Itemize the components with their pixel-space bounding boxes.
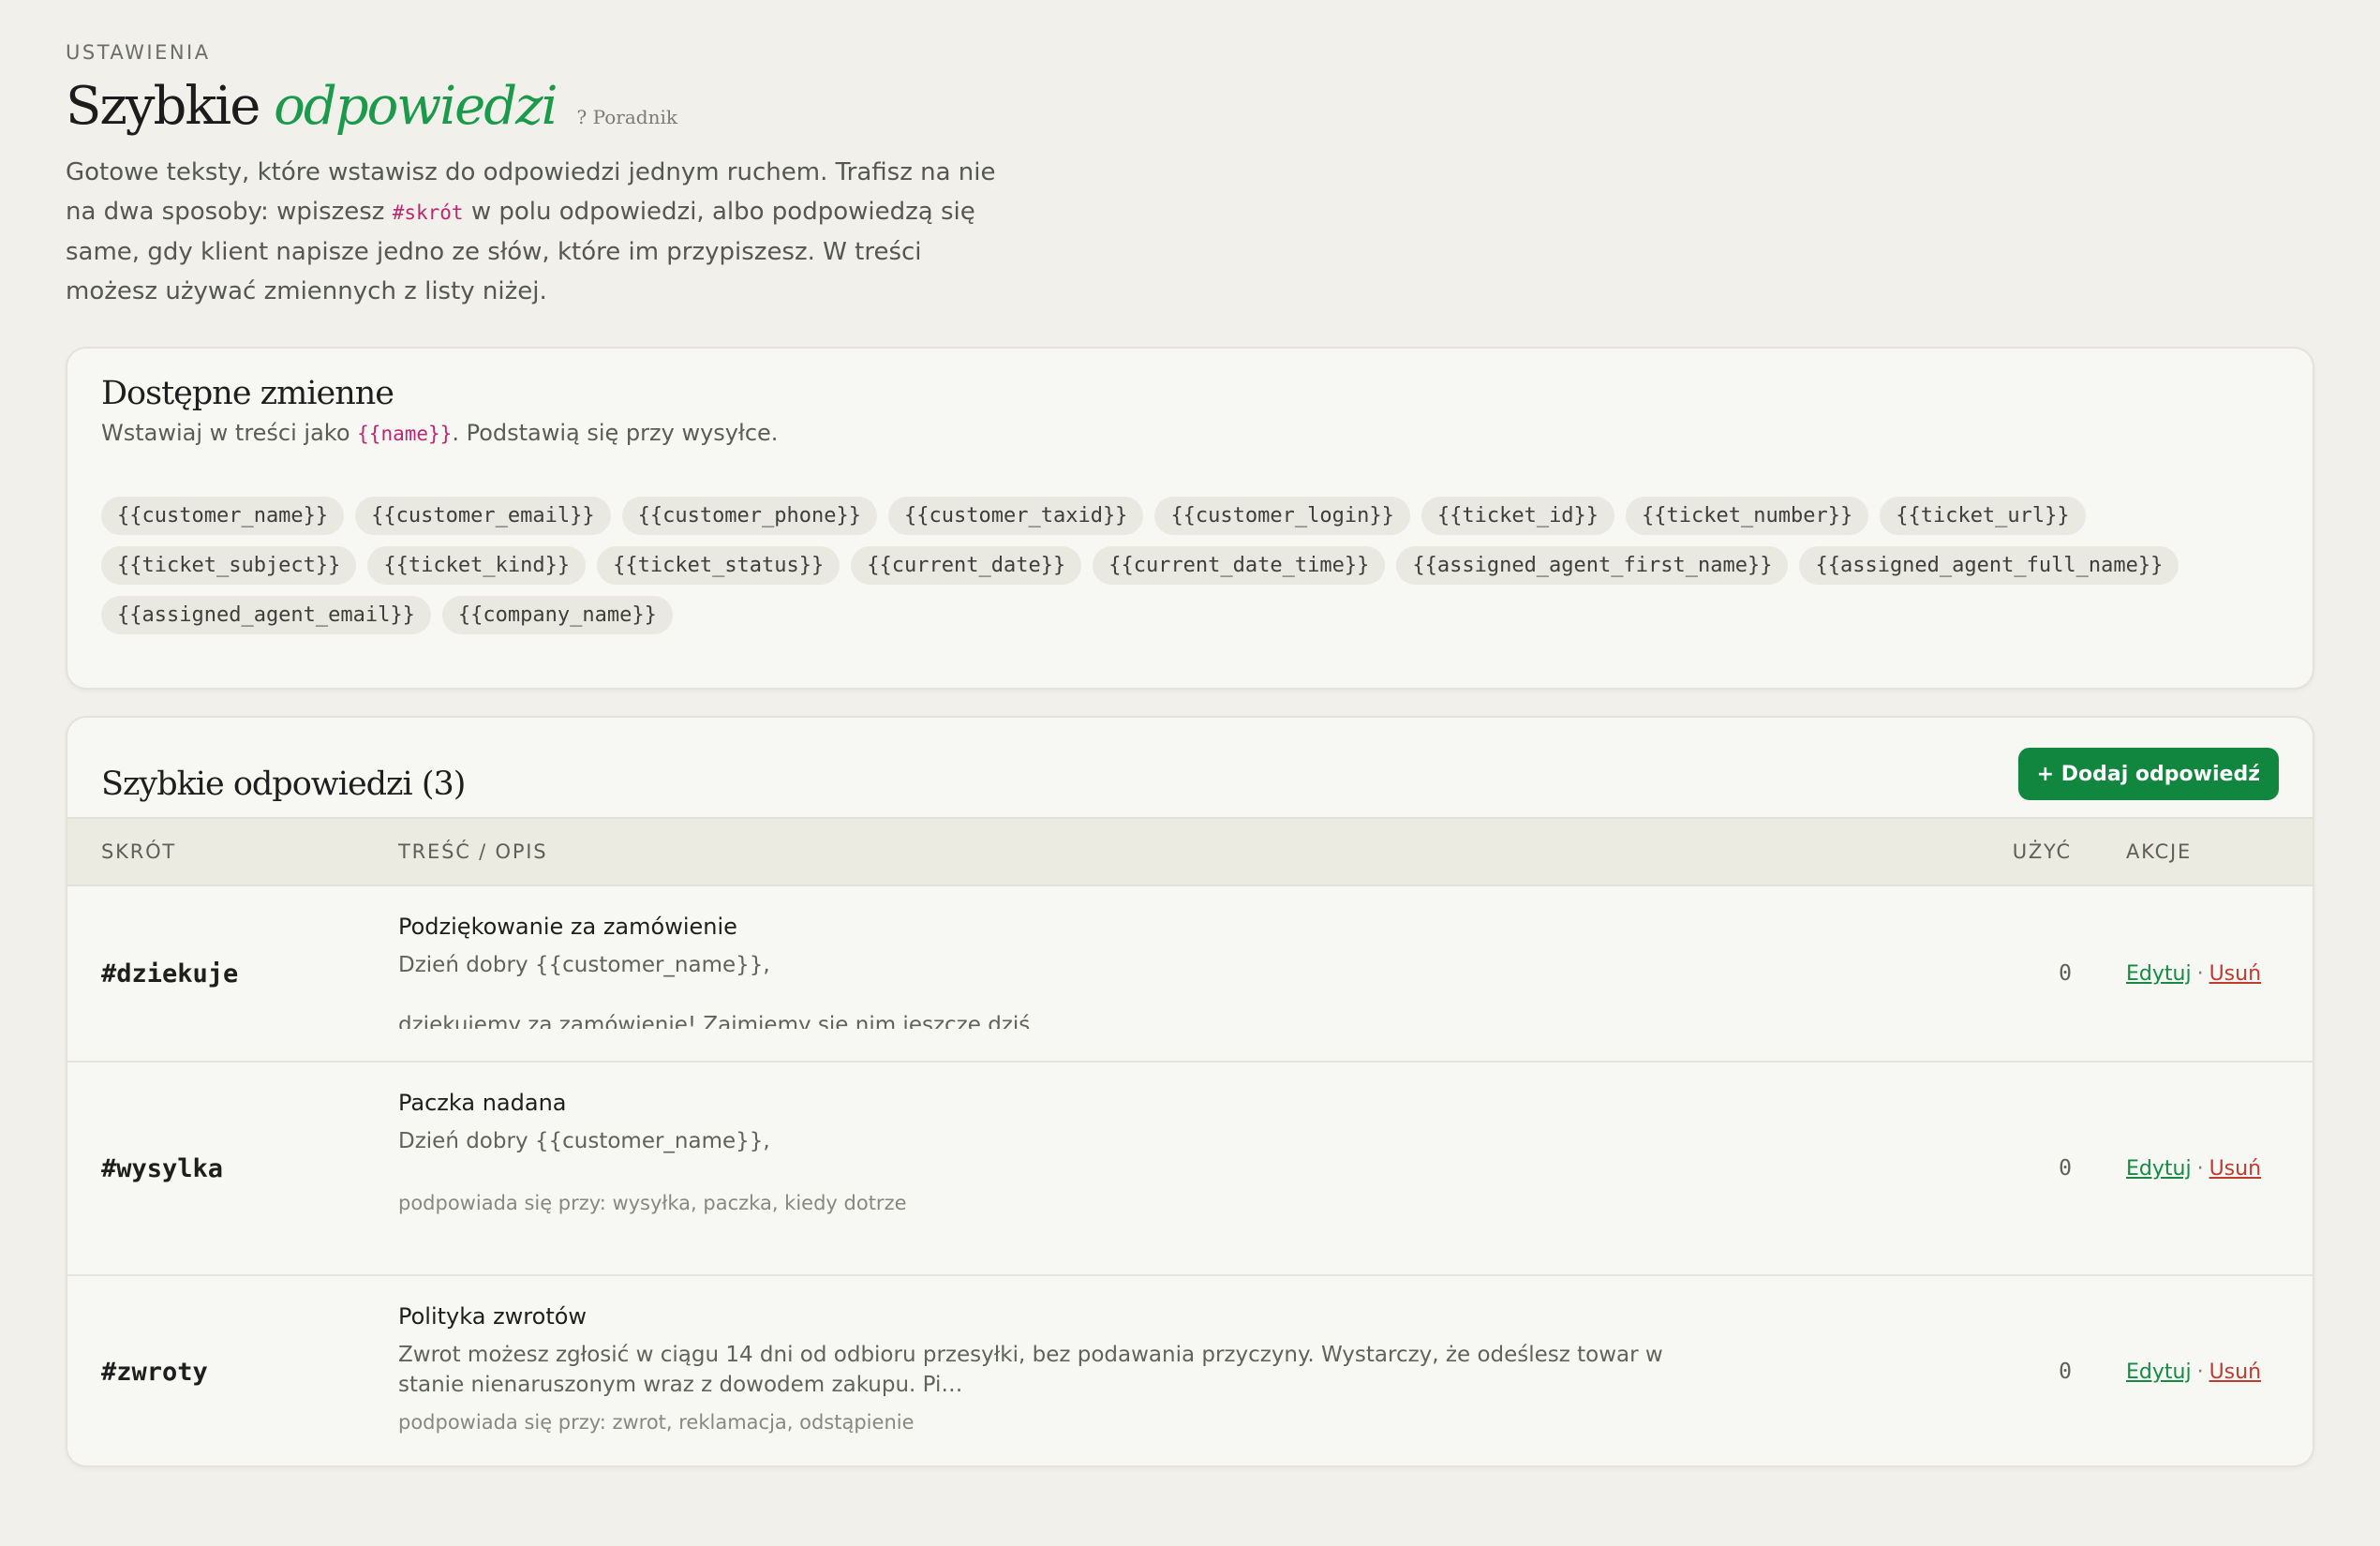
row-body: Dzień dobry {{customer_name}}, Twoja pac… (398, 1129, 1208, 1190)
variable-chip[interactable]: {{company_name}} (441, 596, 673, 634)
table-row: #wysylka Paczka nadana Dzień dobry {{cus… (67, 1063, 2313, 1276)
row-hint: podpowiada się przy: zwrot, reklamacja, … (398, 1411, 915, 1434)
variables-subtitle-code: {{name}} (357, 423, 453, 445)
add-response-button[interactable]: + Dodaj odpowiedź (2017, 748, 2279, 800)
variable-chip[interactable]: {{current_date_time}} (1093, 546, 1386, 585)
page-title-accent: odpowiedzi (274, 76, 558, 137)
edit-link[interactable]: Edytuj (2126, 1157, 2192, 1181)
variable-chip[interactable]: {{ticket_subject}} (101, 546, 357, 585)
column-header-shortcut: SKRÓT (101, 840, 177, 863)
intro-text: Gotowe teksty, które wstawisz do odpowie… (66, 153, 1012, 311)
row-content: Podziękowanie za zamówienie Dzień dobry … (398, 886, 1944, 1042)
page: USTAWIENIA Szybkie odpowiedzi ? Poradnik… (0, 0, 2380, 1546)
delete-link[interactable]: Usuń (2209, 1157, 2261, 1181)
actions-separator: · (2196, 1156, 2204, 1181)
row-shortcut: #wysylka (101, 1153, 224, 1183)
column-header-actions: AKCJE (2126, 840, 2193, 863)
variable-chip[interactable]: {{customer_phone}} (621, 497, 878, 535)
variable-chip[interactable]: {{assigned_agent_email}} (101, 596, 431, 634)
variable-chip[interactable]: {{assigned_agent_first_name}} (1396, 546, 1789, 585)
row-actions: Edytuj · Usuń (2072, 1157, 2313, 1181)
actions-separator: · (2196, 961, 2204, 986)
responses-card-title: Szybkie odpowiedzi (3) (101, 766, 466, 803)
variable-chips: {{customer_name}} {{customer_email}} {{cus… (101, 497, 2256, 634)
variables-subtitle-part2: . Podstawią się przy wysyłce. (452, 420, 779, 446)
row-title: Polityka zwrotów (398, 1303, 588, 1330)
variable-chip[interactable]: {{customer_email}} (355, 497, 611, 535)
row-shortcut: #dziekuje (101, 959, 239, 989)
table-row: #zwroty Polityka zwrotów Zwrot możesz zg… (67, 1276, 2313, 1465)
column-header-uses: UŻYĆ (2012, 840, 2072, 863)
edit-link[interactable]: Edytuj (2126, 1360, 2192, 1384)
variable-chip[interactable]: {{ticket_url}} (1880, 497, 2086, 535)
actions-separator: · (2196, 1360, 2204, 1384)
edit-link[interactable]: Edytuj (2126, 962, 2192, 986)
page-title-plain: Szybkie (66, 76, 260, 137)
delete-link[interactable]: Usuń (2209, 1360, 2261, 1384)
variables-card-subtitle: Wstawiaj w treści jako {{name}}. Podstaw… (101, 420, 2279, 446)
table-header: SKRÓT TREŚĆ / OPIS UŻYĆ AKCJE (67, 817, 2313, 886)
row-hint: podpowiada się przy: wysyłka, paczka, ki… (398, 1192, 907, 1214)
row-body: Zwrot możesz zgłosić w ciągu 14 dni od o… (398, 1343, 1671, 1397)
delete-link[interactable]: Usuń (2209, 962, 2261, 986)
variable-chip[interactable]: {{ticket_id}} (1421, 497, 1615, 535)
variables-card: Dostępne zmienne Wstawiaj w treści jako … (66, 347, 2314, 690)
table-row: #dziekuje Podziękowanie za zamówienie Dz… (67, 886, 2313, 1063)
intro-shortcut-code: #skrót (392, 201, 464, 225)
row-uses: 0 (2059, 961, 2072, 986)
row-body: Dzień dobry {{customer_name}}, dziękujem… (398, 953, 1037, 1029)
responses-card-header: Szybkie odpowiedzi (3) + Dodaj odpowiedź (67, 718, 2313, 817)
responses-card: Szybkie odpowiedzi (3) + Dodaj odpowiedź… (66, 716, 2314, 1467)
variables-subtitle-part1: Wstawiaj w treści jako (101, 420, 358, 446)
variables-card-title: Dostępne zmienne (101, 375, 394, 412)
row-shortcut: #zwroty (101, 1357, 208, 1387)
row-uses: 0 (2059, 1156, 2072, 1181)
variable-chip[interactable]: {{ticket_status}} (597, 546, 840, 585)
row-uses: 0 (2059, 1360, 2072, 1384)
title-row: Szybkie odpowiedzi ? Poradnik (66, 75, 2314, 138)
variable-chip[interactable]: {{customer_taxid}} (888, 497, 1144, 535)
guide-link[interactable]: ? Poradnik (577, 106, 677, 128)
row-title: Paczka nadana (398, 1090, 567, 1116)
column-header-content: TREŚĆ / OPIS (398, 840, 548, 863)
variable-chip[interactable]: {{customer_name}} (101, 497, 345, 535)
section-eyebrow: USTAWIENIA (66, 41, 211, 64)
row-title: Podziękowanie za zamówienie (398, 914, 737, 940)
row-content: Polityka zwrotów Zwrot możesz zgłosić w … (398, 1276, 1944, 1449)
variable-chip[interactable]: {{ticket_kind}} (367, 546, 587, 585)
row-actions: Edytuj · Usuń (2072, 1360, 2313, 1384)
page-title: Szybkie odpowiedzi (66, 75, 558, 138)
row-actions: Edytuj · Usuń (2072, 962, 2313, 986)
variable-chip[interactable]: {{current_date}} (851, 546, 1082, 585)
row-content: Paczka nadana Dzień dobry {{customer_nam… (398, 1063, 1944, 1229)
variable-chip[interactable]: {{assigned_agent_full_name}} (1799, 546, 2179, 585)
variable-chip[interactable]: {{ticket_number}} (1626, 497, 1869, 535)
variable-chip[interactable]: {{customer_login}} (1154, 497, 1410, 535)
